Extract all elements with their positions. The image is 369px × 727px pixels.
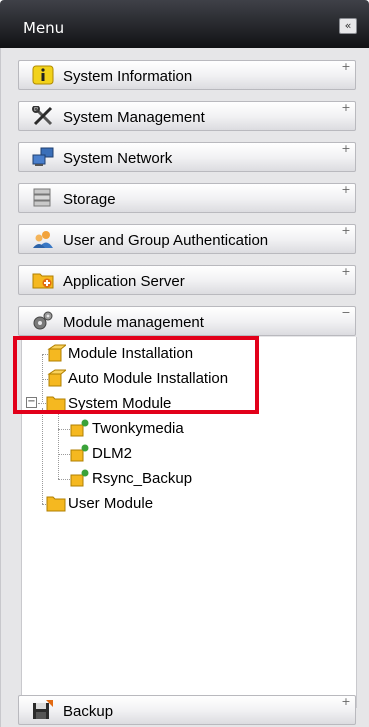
expand-icon[interactable]: + [341, 225, 351, 236]
section-label: Module management [63, 314, 204, 331]
highlight-box [13, 336, 259, 414]
section-label: System Management [63, 109, 205, 126]
tree-connector [58, 454, 70, 455]
tree-item-label: DLM2 [92, 445, 133, 462]
section-label: System Network [63, 150, 173, 167]
expand-icon[interactable]: + [341, 143, 351, 154]
tree-connector [42, 408, 43, 504]
section-label: Application Server [63, 273, 185, 290]
backup-icon [32, 700, 54, 720]
section-module-management[interactable]: Module management − [18, 306, 356, 336]
collapse-menu-button[interactable]: « [339, 18, 357, 34]
users-icon [32, 229, 54, 249]
section-label: Backup [63, 703, 114, 720]
menu-header: Menu « [0, 0, 369, 48]
section-label: User and Group Authentication [63, 232, 269, 249]
expand-icon[interactable]: + [341, 102, 351, 113]
tree-connector [58, 429, 70, 430]
storage-icon [32, 188, 54, 208]
tree-connector [58, 479, 70, 480]
module-icon [70, 419, 90, 437]
section-label: System Information [63, 68, 193, 85]
section-system-network[interactable]: System Network + [18, 142, 356, 172]
info-icon [32, 65, 54, 85]
expand-icon[interactable]: + [341, 61, 351, 72]
module-icon [70, 444, 90, 462]
expand-icon[interactable]: + [341, 184, 351, 195]
module-icon [70, 469, 90, 487]
collapse-icon[interactable]: − [341, 307, 351, 318]
network-icon [32, 147, 54, 167]
section-application-server[interactable]: Application Server + [18, 265, 356, 295]
section-backup[interactable]: Backup + [18, 695, 356, 725]
tree-connector [58, 412, 59, 479]
section-storage[interactable]: Storage + [18, 183, 356, 213]
section-user-group-authentication[interactable]: User and Group Authentication + [18, 224, 356, 254]
section-system-management[interactable]: System Management + [18, 101, 356, 131]
section-label: Storage [63, 191, 116, 208]
tools-icon [32, 105, 54, 126]
expand-icon[interactable]: + [341, 266, 351, 277]
expand-icon[interactable]: + [341, 696, 351, 707]
gears-icon [32, 311, 54, 331]
tree-item-label: Rsync_Backup [92, 470, 193, 487]
folder-plus-icon [32, 270, 54, 290]
folder-icon [46, 494, 66, 512]
tree-item-label: User Module [68, 495, 154, 512]
section-system-information[interactable]: System Information + [18, 60, 356, 90]
menu-title: Menu [23, 19, 65, 37]
tree-item-label: Twonkymedia [92, 420, 184, 437]
